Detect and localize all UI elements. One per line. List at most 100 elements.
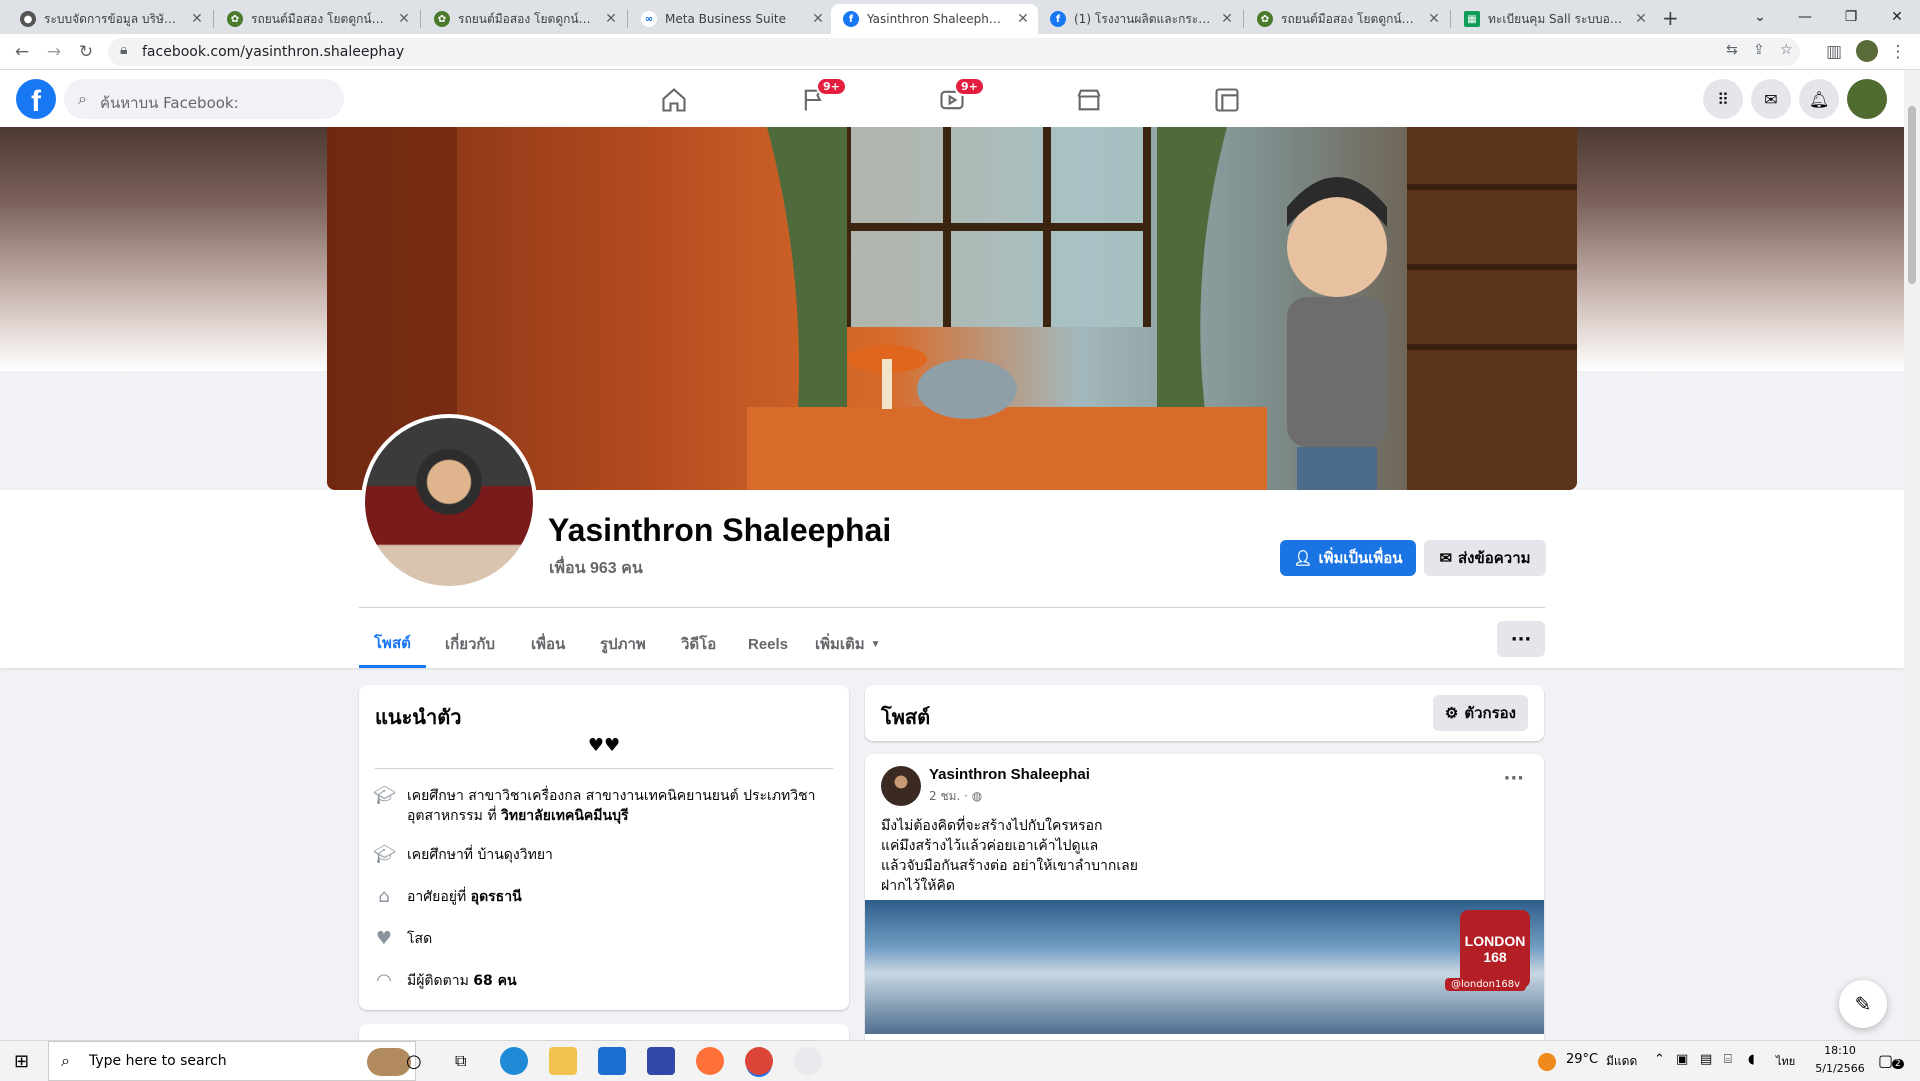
- tab-more[interactable]: เพิ่มเติม ▼: [800, 620, 896, 668]
- app-icon[interactable]: [794, 1047, 822, 1075]
- search-highlight-icon: [367, 1048, 411, 1076]
- bell-icon: 🔔︎: [1808, 89, 1830, 109]
- facebook-icon: f: [1050, 11, 1066, 27]
- facebook-logo[interactable]: f: [16, 79, 56, 119]
- restore-button[interactable]: ❐: [1828, 0, 1874, 34]
- close-tab-icon[interactable]: ✕: [811, 11, 825, 27]
- tab-reels[interactable]: Reels: [733, 620, 803, 668]
- minimize-button[interactable]: —: [1782, 0, 1828, 34]
- browser-tab[interactable]: ✿ รถยนต์มือสอง โยตดูกน์โยต อุด ✕: [215, 4, 419, 34]
- edge-icon[interactable]: [500, 1047, 528, 1075]
- new-message-button[interactable]: ✎: [1839, 980, 1887, 1028]
- messenger-button[interactable]: ✉: [1751, 79, 1791, 119]
- post-author-avatar[interactable]: [881, 766, 921, 806]
- cover-photo[interactable]: [327, 127, 1577, 490]
- intro-link[interactable]: 68 คน: [473, 973, 516, 989]
- browser-tab[interactable]: f (1) โรงงานผลิตและกระจายรถยน ✕: [1038, 4, 1242, 34]
- weather-desc[interactable]: มีแดด: [1606, 1052, 1637, 1071]
- home-nav[interactable]: [660, 86, 690, 114]
- browser-menu-icon[interactable]: ⋮: [1886, 40, 1910, 64]
- post-author[interactable]: Yasinthron Shaleephai: [929, 766, 1090, 783]
- translate-icon[interactable]: ⇆: [1726, 42, 1738, 58]
- post-options-icon[interactable]: ···: [1503, 768, 1524, 789]
- filter-button[interactable]: ⚙ ตัวกรอง: [1432, 695, 1528, 731]
- weather-temp[interactable]: 29°C: [1566, 1052, 1598, 1067]
- close-tab-icon[interactable]: ✕: [190, 11, 204, 27]
- clock-time[interactable]: 18:10: [1820, 1044, 1860, 1057]
- volume-icon[interactable]: ◖: [1748, 1052, 1755, 1067]
- tray-app-icon[interactable]: ▤: [1700, 1052, 1712, 1067]
- groups-nav[interactable]: 9+: [800, 77, 847, 114]
- grid-icon: ⠿: [1717, 89, 1729, 109]
- tab-videos[interactable]: วิดีโอ: [666, 620, 731, 668]
- intro-link[interactable]: วิทยาลัยเทคนิคมีนบุรี: [501, 808, 628, 824]
- profile-header: [0, 490, 1904, 668]
- facebook-search[interactable]: ⌕ ค้นหาบน Facebook:: [64, 79, 344, 119]
- side-panel-icon[interactable]: ▥: [1822, 40, 1846, 64]
- browser-tab[interactable]: ∞ Meta Business Suite ✕: [629, 4, 833, 34]
- mail-icon[interactable]: [598, 1047, 626, 1075]
- url-text[interactable]: facebook.com/yasinthron.shaleephay: [142, 44, 404, 60]
- browser-tab[interactable]: ✿ รถยนต์มือสอง โยตดูกน์โยต อุด ✕: [1245, 4, 1449, 34]
- tab-search-icon[interactable]: ⌄: [1737, 0, 1783, 34]
- intro-bio: ♥♥: [587, 735, 621, 756]
- menu-button[interactable]: ⠿: [1703, 79, 1743, 119]
- close-tab-icon[interactable]: ✕: [1634, 11, 1648, 27]
- lock-icon[interactable]: 🔒︎: [120, 42, 127, 58]
- tab-about[interactable]: เกี่ยวกับ: [430, 620, 510, 668]
- forward-button[interactable]: →: [42, 40, 66, 64]
- browser-tab[interactable]: ✿ รถยนต์มือสอง โยตดูกน์โยต อุด ✕: [422, 4, 626, 34]
- language-indicator[interactable]: ไทย: [1776, 1052, 1795, 1070]
- address-bar[interactable]: 🔒︎ facebook.com/yasinthron.shaleephay ⇆ …: [108, 38, 1800, 66]
- account-avatar[interactable]: [1847, 79, 1887, 119]
- image-handle: @london168v: [1444, 978, 1526, 991]
- notification-center-icon[interactable]: ▢: [1878, 1051, 1893, 1070]
- app-icon[interactable]: [647, 1047, 675, 1075]
- profile-avatar[interactable]: [1856, 40, 1878, 62]
- browser-tab[interactable]: ▦ ทะเบียนคุม Sall ระบบออนไลน์ ✕: [1452, 4, 1656, 34]
- intro-link[interactable]: อุดรธานี: [471, 889, 522, 905]
- task-view-icon[interactable]: ⧉: [455, 1051, 466, 1071]
- tab-photos[interactable]: รูปภาพ: [585, 620, 661, 668]
- profile-picture[interactable]: [361, 414, 537, 590]
- close-tab-icon[interactable]: ✕: [397, 11, 411, 27]
- reload-button[interactable]: ↻: [74, 40, 98, 64]
- taskbar-search[interactable]: ⌕ Type here to search: [48, 1041, 416, 1081]
- site-favicon-icon: ✿: [434, 11, 450, 27]
- share-icon[interactable]: ⇪: [1753, 42, 1765, 58]
- bookmark-star-icon[interactable]: ☆: [1780, 42, 1793, 58]
- page-scrollbar[interactable]: [1904, 70, 1920, 1040]
- notifications-button[interactable]: 🔔︎: [1799, 79, 1839, 119]
- message-button[interactable]: ✉ ส่งข้อความ: [1424, 540, 1546, 576]
- gaming-nav[interactable]: [1213, 86, 1243, 114]
- friend-count[interactable]: เพื่อน 963 คน: [549, 556, 643, 581]
- post-image[interactable]: LONDON 168 @london168v: [865, 900, 1544, 1034]
- network-icon[interactable]: ⌸: [1724, 1052, 1732, 1067]
- add-friend-button[interactable]: 👤︎ เพิ่มเป็นเพื่อน: [1280, 540, 1416, 576]
- firefox-icon[interactable]: [696, 1047, 724, 1075]
- close-tab-icon[interactable]: ✕: [1427, 11, 1441, 27]
- cortana-icon[interactable]: ○: [406, 1051, 422, 1072]
- windows-start-icon[interactable]: ⊞: [14, 1051, 29, 1072]
- close-tab-icon[interactable]: ✕: [1220, 11, 1234, 27]
- marketplace-nav[interactable]: [1075, 86, 1105, 114]
- close-tab-icon[interactable]: ✕: [604, 11, 618, 27]
- back-button[interactable]: ←: [10, 40, 34, 64]
- profile-more-button[interactable]: ···: [1497, 621, 1545, 657]
- scrollbar-thumb[interactable]: [1908, 106, 1916, 284]
- clock-date[interactable]: 5/1/2566: [1814, 1062, 1866, 1075]
- close-tab-icon[interactable]: ✕: [1016, 11, 1030, 27]
- browser-tab[interactable]: ● ระบบจัดการข้อมูล บริษัท โยตดู ✕: [8, 4, 212, 34]
- filter-label: ตัวกรอง: [1464, 705, 1516, 722]
- chevron-up-icon[interactable]: ⌃: [1654, 1052, 1665, 1067]
- post-time[interactable]: 2 ชม. ·: [929, 789, 968, 803]
- file-explorer-icon[interactable]: [549, 1047, 577, 1075]
- close-window-button[interactable]: ✕: [1874, 0, 1920, 34]
- tab-posts[interactable]: โพสต์: [359, 620, 426, 668]
- tray-app-icon[interactable]: ▣: [1676, 1052, 1688, 1067]
- new-tab-button[interactable]: +: [1662, 6, 1679, 30]
- watch-nav[interactable]: 9+: [938, 77, 985, 114]
- tab-friends[interactable]: เพื่อน: [516, 620, 580, 668]
- chrome-icon[interactable]: [745, 1047, 773, 1075]
- browser-tab-active[interactable]: f Yasinthron Shaleephai | Fa ✕: [831, 4, 1038, 34]
